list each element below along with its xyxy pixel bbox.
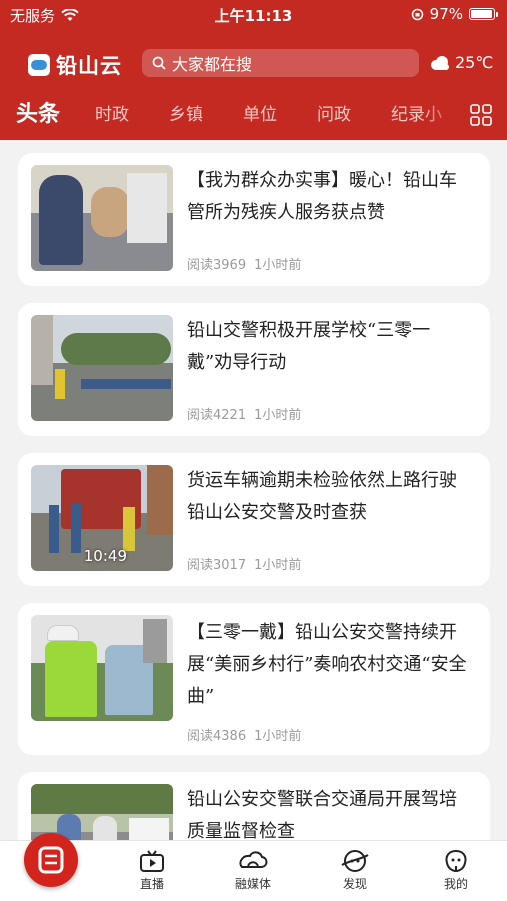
news-icon (38, 846, 64, 874)
battery-level (471, 10, 493, 18)
nav-label: 直播 (139, 877, 164, 891)
read-count: 阅读4386 (187, 729, 247, 744)
read-count: 阅读4221 (187, 408, 247, 423)
weather-temp: 25℃ (455, 53, 494, 72)
article-card[interactable]: 10:49 货运车辆逾期未检验依然上路行驶 铅山公安交警及时查获 阅读3017 1… (18, 453, 490, 586)
article-title: 铅山交警积极开展学校“三零一戴”劝导行动 (187, 320, 431, 373)
article-title: 【三零一戴】铅山公安交警持续开展“美丽乡村行”奏响农村交通“安全曲” (187, 622, 467, 707)
home-button[interactable] (24, 833, 78, 887)
read-count: 阅读3017 (187, 558, 247, 573)
article-title: 【我为群众办实事】暖心！铅山车管所为残疾人服务获点赞 (187, 170, 457, 223)
nav-label: 发现 (342, 877, 367, 891)
article-meta: 阅读4221 1小时前 (187, 404, 301, 423)
profile-icon (445, 849, 467, 873)
bottom-nav: 直播 融媒体 发现 我的 (0, 833, 507, 901)
article-thumbnail (31, 165, 173, 271)
article-card[interactable]: 铅山交警积极开展学校“三零一戴”劝导行动 阅读4221 1小时前 (18, 303, 490, 436)
media-icon (239, 851, 268, 868)
top-bar: 铅山云 大家都在搜 25℃ (0, 44, 507, 84)
app-name: 铅山云 (56, 54, 122, 78)
article-card[interactable]: 铅山公安交警联合交通局开展驾培质量监督检查 (18, 772, 490, 840)
video-duration: 10:49 (83, 547, 127, 565)
publish-time: 1小时前 (254, 558, 302, 573)
nav-media[interactable]: 融媒体 (223, 849, 283, 892)
read-count: 阅读3969 (187, 258, 247, 273)
article-thumbnail (31, 615, 173, 721)
article-meta: 阅读3969 1小时前 (187, 254, 301, 273)
article-title: 铅山公安交警联合交通局开展驾培质量监督检查 (187, 789, 457, 840)
app-header: 无服务 上午11:13 97% 铅山云 大家都在搜 25℃ 头条 时政 乡镇 单… (0, 0, 507, 140)
nav-live[interactable]: 直播 (122, 849, 182, 892)
nav-label: 我的 (443, 877, 468, 891)
article-title: 货运车辆逾期未检验依然上路行驶 铅山公安交警及时查获 (187, 470, 457, 523)
tab-units[interactable]: 单位 (243, 100, 277, 125)
weather-widget[interactable]: 25℃ (428, 53, 493, 72)
tab-fade-overlay (420, 92, 462, 140)
tab-towns[interactable]: 乡镇 (169, 100, 203, 125)
logo-icon (28, 54, 50, 76)
tab-politics[interactable]: 时政 (95, 100, 129, 125)
video-thumbnail: 10:49 (31, 465, 173, 571)
nav-label: 融媒体 (234, 877, 271, 891)
nav-discover[interactable]: 发现 (325, 849, 385, 892)
publish-time: 1小时前 (254, 258, 302, 273)
search-placeholder: 大家都在搜 (172, 55, 253, 74)
nav-profile[interactable]: 我的 (426, 849, 486, 892)
article-thumbnail (31, 315, 173, 421)
publish-time: 1小时前 (254, 729, 302, 744)
article-meta: 阅读3017 1小时前 (187, 554, 301, 573)
channel-tabs: 头条 时政 乡镇 单位 问政 纪录小 (0, 92, 507, 140)
tv-icon (140, 850, 164, 872)
battery-percent: 97% (429, 5, 463, 23)
status-bar: 无服务 上午11:13 97% (0, 0, 507, 30)
article-card[interactable]: 【我为群众办实事】暖心！铅山车管所为残疾人服务获点赞 阅读3969 1小时前 (18, 153, 490, 286)
channel-grid-icon[interactable] (470, 104, 492, 126)
cloud-icon (431, 55, 449, 70)
news-feed[interactable]: 【我为群众办实事】暖心！铅山车管所为残疾人服务获点赞 阅读3969 1小时前 铅山… (0, 140, 507, 840)
battery-status: 97% (411, 5, 498, 23)
publish-time: 1小时前 (254, 408, 302, 423)
rotation-lock-icon (411, 8, 423, 20)
discover-icon (341, 850, 369, 872)
article-thumbnail (31, 784, 173, 840)
article-meta: 阅读4386 1小时前 (187, 725, 301, 744)
app-logo: 铅山云 (28, 50, 122, 80)
search-icon (152, 56, 166, 70)
search-input[interactable]: 大家都在搜 (142, 49, 419, 77)
tab-headlines[interactable]: 头条 (16, 96, 60, 128)
article-card[interactable]: 【三零一戴】铅山公安交警持续开展“美丽乡村行”奏响农村交通“安全曲” 阅读438… (18, 603, 490, 755)
tab-inquiry[interactable]: 问政 (317, 100, 351, 125)
battery-icon (469, 8, 498, 20)
